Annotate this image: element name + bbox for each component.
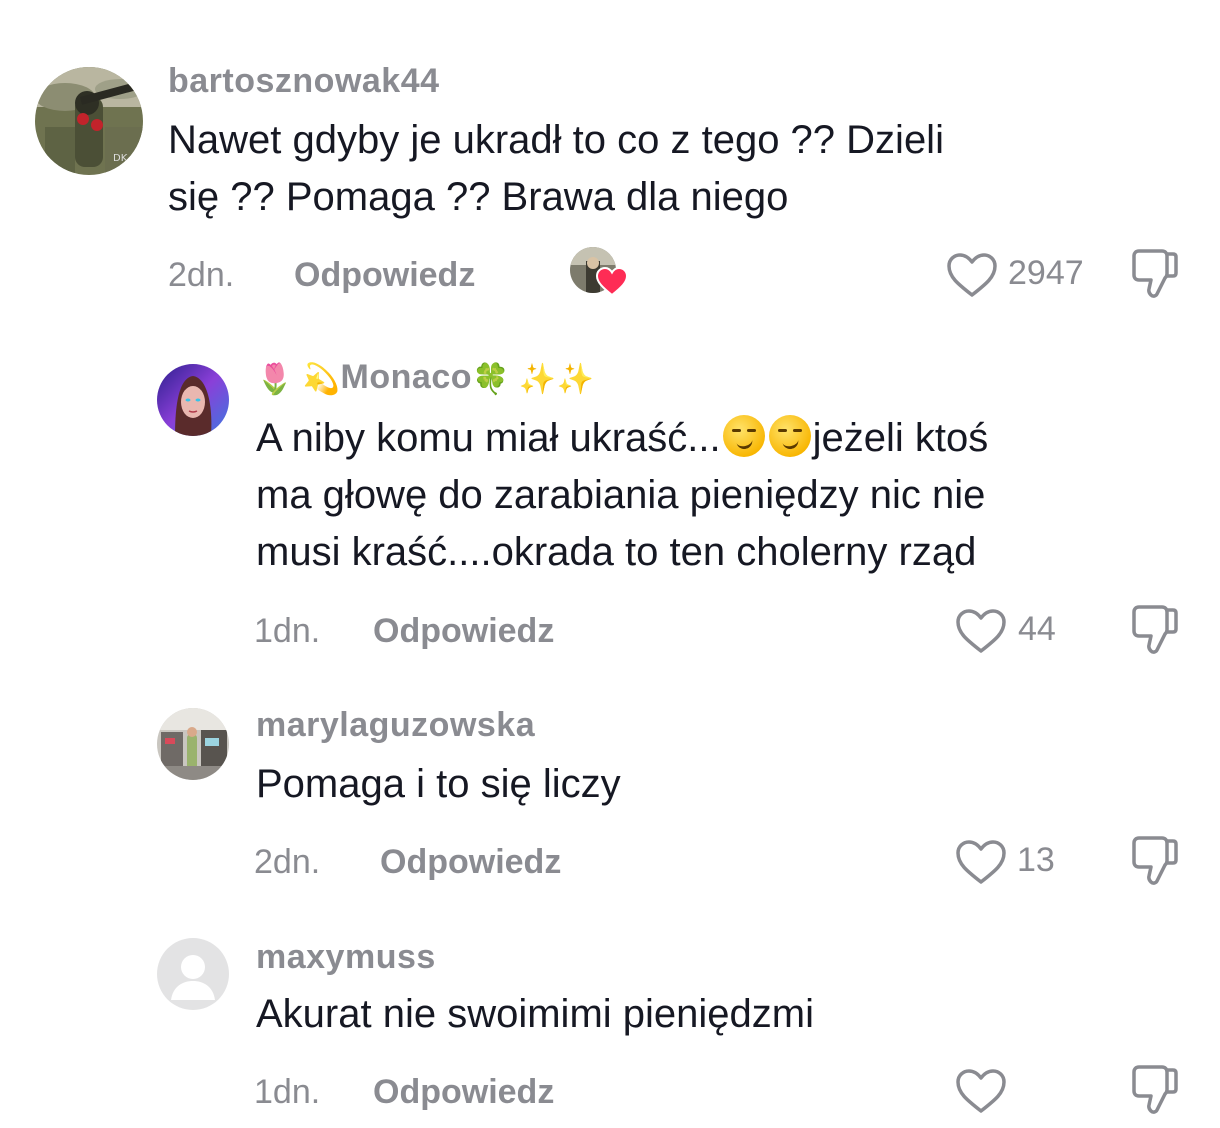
like-count: 44 bbox=[1018, 610, 1056, 648]
reply-button[interactable]: Odpowiedz bbox=[373, 1073, 554, 1112]
reply-button[interactable]: Odpowiedz bbox=[373, 612, 554, 651]
comment-username[interactable]: bartosznowak44 bbox=[168, 62, 440, 101]
reply-button[interactable]: Odpowiedz bbox=[380, 843, 561, 882]
like-count: 2947 bbox=[1008, 254, 1084, 292]
avatar[interactable] bbox=[157, 364, 229, 436]
comment-time: 2dn. bbox=[168, 256, 235, 294]
comment-time: 1dn. bbox=[254, 612, 321, 650]
heart-outline-icon[interactable] bbox=[946, 252, 998, 298]
avatar[interactable] bbox=[157, 938, 229, 1010]
creator-liked-badge bbox=[570, 247, 630, 299]
comment-text: A niby komu miał ukraść... jeżeli ktoś ma… bbox=[256, 410, 1176, 581]
comment-username[interactable]: 🌷 💫Monaco🍀 ✨✨ bbox=[256, 358, 594, 397]
username-name: Monaco bbox=[340, 358, 472, 396]
reply-button[interactable]: Odpowiedz bbox=[294, 256, 475, 295]
avatar[interactable]: DK bbox=[35, 67, 143, 175]
like-count: 13 bbox=[1017, 841, 1055, 879]
dislike-icon[interactable] bbox=[1128, 1064, 1180, 1116]
dislike-icon[interactable] bbox=[1128, 835, 1180, 887]
comment-username[interactable]: marylaguzowska bbox=[256, 706, 535, 745]
svg-text:DK: DK bbox=[113, 153, 128, 164]
dislike-icon[interactable] bbox=[1128, 604, 1180, 656]
creator-liked-heart-icon bbox=[596, 267, 628, 297]
comment-text: Akurat nie swoimimi pieniędzmi bbox=[256, 992, 814, 1036]
smirking-face-emoji bbox=[768, 415, 811, 457]
heart-outline-icon[interactable] bbox=[955, 608, 1007, 654]
heart-outline-icon[interactable] bbox=[955, 1068, 1007, 1114]
dislike-icon[interactable] bbox=[1128, 248, 1180, 300]
comment-time: 1dn. bbox=[254, 1073, 321, 1111]
comment-text: Pomaga i to się liczy bbox=[256, 762, 621, 806]
smirking-face-emoji bbox=[722, 415, 765, 457]
comment-time: 2dn. bbox=[254, 843, 321, 881]
default-avatar-icon bbox=[157, 938, 229, 1010]
username-emoji-prefix: 🌷 💫 bbox=[256, 362, 341, 396]
heart-outline-icon[interactable] bbox=[955, 839, 1007, 885]
comment-username[interactable]: maxymuss bbox=[256, 938, 436, 977]
username-emoji-suffix: 🍀 ✨✨ bbox=[472, 362, 595, 396]
comment-text-part1: A niby komu miał ukraść... bbox=[256, 416, 721, 460]
comment-text: Nawet gdyby je ukradł to co z tego ?? Dz… bbox=[168, 118, 944, 219]
avatar[interactable] bbox=[157, 708, 229, 780]
